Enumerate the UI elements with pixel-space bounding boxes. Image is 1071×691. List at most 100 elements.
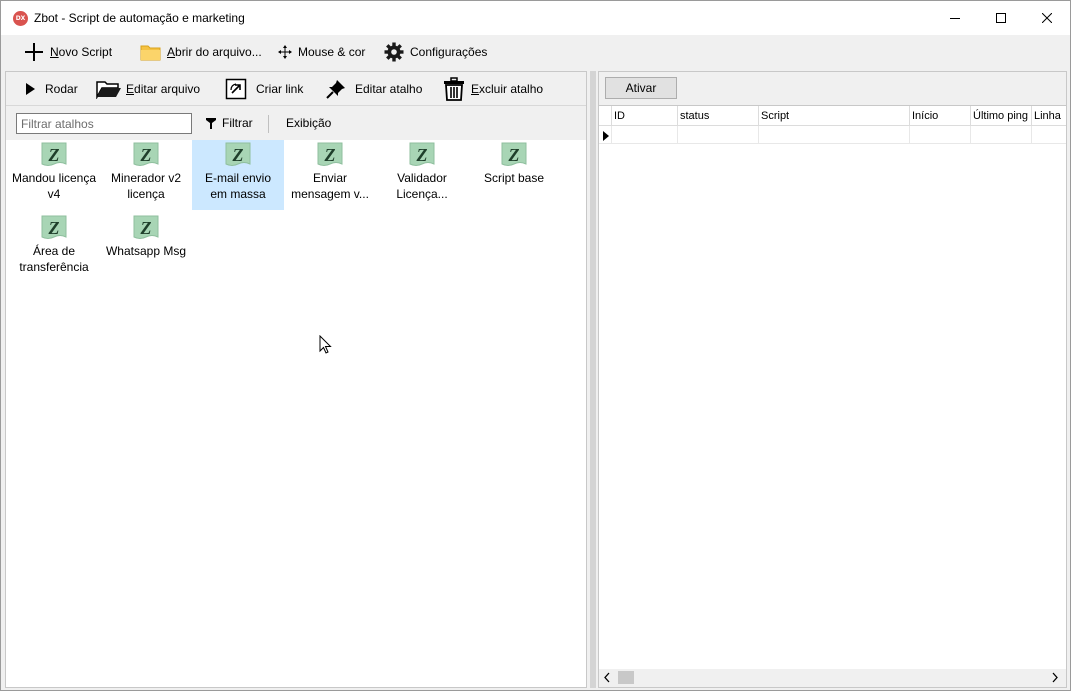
column-header-ultimo-ping[interactable]: Último ping	[970, 106, 1031, 126]
close-icon	[1042, 13, 1052, 23]
minimize-icon	[950, 18, 960, 19]
shortcut-label-line2: transferência	[19, 260, 89, 274]
horizontal-scrollbar[interactable]	[599, 669, 1066, 686]
column-header-script[interactable]: Script	[758, 106, 909, 126]
current-row-indicator-icon	[603, 131, 609, 141]
splitter-bar[interactable]	[590, 71, 596, 688]
exibicao-button[interactable]: Exibição	[286, 111, 331, 135]
app-icon: DX	[13, 11, 28, 26]
script-z-icon: Z	[133, 215, 159, 239]
app-window: DX Zbot - Script de automação e marketin…	[0, 0, 1071, 691]
shortcut-label-line2: mensagem v...	[291, 187, 369, 201]
shortcut-label-line1: Enviar	[312, 171, 347, 185]
shortcut-item[interactable]: Z Enviar mensagem v...	[284, 140, 376, 210]
svg-text:Z: Z	[48, 145, 60, 165]
minimize-button[interactable]	[932, 1, 978, 35]
shortcut-label-line1: Validador	[397, 171, 447, 185]
scrollbar-thumb[interactable]	[618, 671, 634, 684]
svg-text:Z: Z	[416, 145, 428, 165]
open-folder-icon	[96, 81, 121, 99]
configuracoes-label: Configurações	[410, 45, 488, 59]
ativar-button[interactable]: Ativar	[605, 77, 677, 99]
link-icon	[225, 78, 247, 100]
scroll-right-arrow-icon[interactable]	[1051, 672, 1059, 683]
novo-script-button[interactable]: Novo Script	[24, 40, 112, 64]
svg-text:Z: Z	[48, 218, 60, 238]
shortcut-label-line2: licença	[127, 187, 165, 201]
editar-atalho-label: Editar atalho	[355, 82, 423, 96]
table-cell[interactable]	[611, 126, 677, 144]
grid-header: ID status Script Início Último ping Linh…	[599, 106, 1066, 126]
editar-arquivo-button[interactable]: Editar arquivo	[96, 77, 200, 101]
shortcut-item[interactable]: Z Whatsapp Msg	[100, 213, 192, 283]
shortcut-item[interactable]: Z Minerador v2 licença	[100, 140, 192, 210]
script-z-icon: Z	[133, 142, 159, 166]
script-z-icon: Z	[41, 215, 67, 239]
scripts-grid: ID status Script Início Último ping Linh…	[599, 105, 1066, 669]
column-header-id[interactable]: ID	[611, 106, 677, 126]
grid-header-corner	[599, 106, 611, 126]
abrir-arquivo-button[interactable]: Abrir do arquivo...	[140, 40, 262, 64]
close-button[interactable]	[1024, 1, 1070, 35]
table-cell[interactable]	[909, 126, 970, 144]
table-cell[interactable]	[970, 126, 1031, 144]
column-header-inicio[interactable]: Início	[909, 106, 970, 126]
script-z-icon: Z	[225, 142, 251, 166]
script-z-icon: Z	[501, 142, 527, 166]
shortcut-label-line1: Área de	[32, 244, 76, 258]
table-cell[interactable]	[1031, 126, 1066, 144]
novo-script-mnemonic: N	[50, 45, 59, 59]
shortcut-label-line2: v4	[47, 187, 61, 201]
mouse-cor-label: Mouse & cor	[298, 45, 366, 59]
shortcut-label-line1: E-mail envio	[204, 171, 272, 185]
table-row[interactable]	[599, 126, 1066, 144]
table-cell[interactable]	[758, 126, 909, 144]
editar-arquivo-mnemonic: E	[126, 82, 135, 96]
filtrar-button[interactable]: Filtrar	[206, 111, 253, 135]
mouse-cor-button[interactable]: Mouse & cor	[278, 40, 365, 64]
shortcut-item[interactable]: Z Validador Licença...	[376, 140, 468, 210]
svg-text:Z: Z	[324, 145, 336, 165]
window-title: Zbot - Script de automação e marketing	[34, 11, 245, 25]
excluir-atalho-button[interactable]: Excluir atalho	[443, 77, 543, 101]
configuracoes-button[interactable]: Configurações	[384, 40, 487, 64]
novo-script-label: ovo Script	[58, 45, 113, 59]
editar-atalho-button[interactable]: Editar atalho	[326, 77, 422, 101]
pin-icon	[326, 80, 345, 99]
abrir-arquivo-mnemonic: A	[167, 45, 176, 59]
running-scripts-panel: Ativar ID status Script Início Último pi…	[598, 71, 1067, 688]
shortcut-item-selected[interactable]: Z E-mail envio em massa	[192, 140, 284, 210]
script-z-icon: Z	[41, 142, 67, 166]
plus-icon	[25, 43, 43, 61]
title-bar[interactable]: DX Zbot - Script de automação e marketin…	[1, 1, 1070, 35]
svg-text:Z: Z	[140, 145, 152, 165]
criar-link-button[interactable]: Criar link	[225, 77, 303, 101]
filter-separator	[268, 115, 269, 133]
exibicao-label: Exibição	[286, 116, 332, 130]
rodar-button[interactable]: Rodar	[25, 77, 78, 101]
svg-text:Z: Z	[232, 145, 244, 165]
shortcut-label-line1: Minerador v2	[110, 171, 182, 185]
main-toolbar: Novo Script Abrir do arquivo... Mouse & …	[1, 35, 1070, 69]
maximize-button[interactable]	[978, 1, 1024, 35]
scroll-left-arrow-icon[interactable]	[603, 672, 611, 683]
shortcut-label-line2: Licença...	[396, 187, 448, 201]
play-icon	[26, 83, 35, 95]
filtrar-label: Filtrar	[222, 116, 253, 130]
shortcut-item[interactable]: Z Mandou licença v4	[8, 140, 100, 210]
shortcut-label-line1: Mandou licença	[11, 171, 97, 185]
column-header-status[interactable]: status	[677, 106, 758, 126]
column-header-linha[interactable]: Linha	[1031, 106, 1066, 126]
filter-shortcuts-input[interactable]	[16, 113, 192, 134]
table-cell[interactable]	[677, 126, 758, 144]
shortcut-item[interactable]: Z Área de transferência	[8, 213, 100, 283]
shortcuts-panel: Rodar Editar arquivo Criar link Editar a…	[5, 71, 587, 688]
abrir-arquivo-label: brir do arquivo...	[175, 45, 262, 59]
shortcut-item[interactable]: Z Script base	[468, 140, 560, 210]
filter-bar: Filtrar Exibição	[6, 106, 586, 140]
svg-text:Z: Z	[508, 145, 520, 165]
move-arrows-icon	[278, 45, 292, 59]
shortcut-label-line1: Script base	[483, 171, 545, 185]
maximize-icon	[996, 13, 1006, 23]
shortcuts-toolbar: Rodar Editar arquivo Criar link Editar a…	[6, 72, 586, 106]
